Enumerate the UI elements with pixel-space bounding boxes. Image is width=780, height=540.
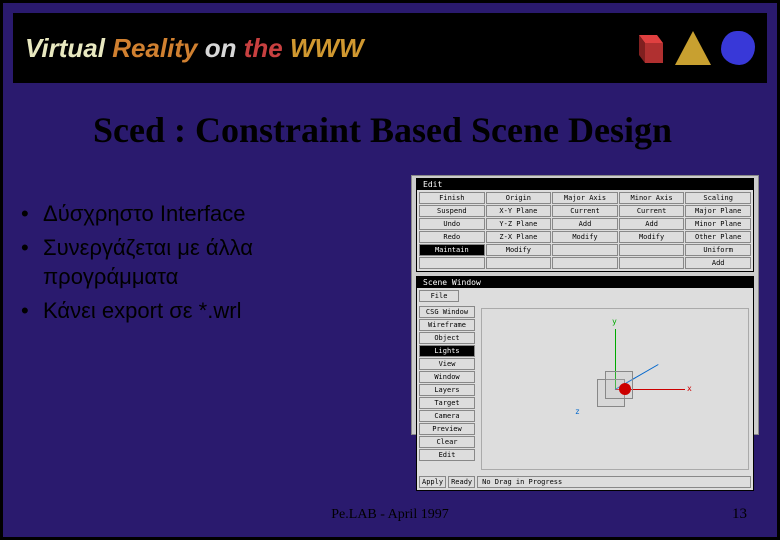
minor-axis-button[interactable]: Minor Axis (619, 192, 685, 204)
major-axis-button[interactable]: Major Axis (552, 192, 618, 204)
edit-window: Edit Finish Origin Major Axis Minor Axis… (416, 178, 754, 272)
empty-button (619, 257, 685, 269)
app-screenshot: Edit Finish Origin Major Axis Minor Axis… (411, 175, 759, 435)
empty-button (419, 257, 485, 269)
bullet-item: Συνεργάζεται με άλλα προγράμματα (21, 233, 393, 292)
scene-window: Scene Window File CSG Window Wireframe O… (416, 276, 754, 491)
redo-button[interactable]: Redo (419, 231, 485, 243)
scene-window-title: Scene Window (417, 277, 753, 288)
empty-button (619, 244, 685, 256)
scaling-button[interactable]: Scaling (685, 192, 751, 204)
window-button[interactable]: Window (419, 371, 475, 383)
status-bar: Apply Ready No Drag in Progress (417, 474, 753, 490)
camera-button[interactable]: Camera (419, 410, 475, 422)
preview-button[interactable]: Preview (419, 423, 475, 435)
finish-button[interactable]: Finish (419, 192, 485, 204)
cone-icon (675, 31, 711, 65)
blob-icon (721, 31, 755, 65)
undo-button[interactable]: Undo (419, 218, 485, 230)
sphere-object-icon (619, 383, 631, 395)
current-button[interactable]: Current (619, 205, 685, 217)
file-menu[interactable]: File (419, 290, 459, 302)
footer-text: Pe.LAB - April 1997 (3, 507, 777, 523)
apply-button[interactable]: Apply (419, 476, 446, 488)
bullet-item: Δύσχρηστο Interface (21, 199, 393, 229)
ready-status: Ready (448, 476, 475, 488)
modify-button[interactable]: Modify (486, 244, 552, 256)
empty-button (552, 257, 618, 269)
status-message: No Drag in Progress (477, 476, 751, 488)
lights-button[interactable]: Lights (419, 345, 475, 357)
major-plane-button[interactable]: Major Plane (685, 205, 751, 217)
edit-button[interactable]: Edit (419, 449, 475, 461)
x-axis-label: x (687, 384, 692, 393)
empty-button (552, 244, 618, 256)
empty-button (486, 257, 552, 269)
slide-title: Sced : Constraint Based Scene Design (93, 109, 777, 151)
current-button[interactable]: Current (552, 205, 618, 217)
suspend-button[interactable]: Suspend (419, 205, 485, 217)
maintain-button[interactable]: Maintain (419, 244, 485, 256)
z-axis-label: z (575, 407, 580, 416)
modify-button[interactable]: Modify (552, 231, 618, 243)
clear-button[interactable]: Clear (419, 436, 475, 448)
modify-button[interactable]: Modify (619, 231, 685, 243)
yz-plane-button[interactable]: Y-Z Plane (486, 218, 552, 230)
content: Δύσχρηστο Interface Συνεργάζεται με άλλα… (3, 175, 777, 435)
csg-window-button[interactable]: CSG Window (419, 306, 475, 318)
uniform-button[interactable]: Uniform (685, 244, 751, 256)
page-number: 13 (732, 506, 747, 523)
object-button[interactable]: Object (419, 332, 475, 344)
edit-window-title: Edit (417, 179, 753, 190)
add-button[interactable]: Add (552, 218, 618, 230)
zx-plane-button[interactable]: Z-X Plane (486, 231, 552, 243)
origin-button[interactable]: Origin (486, 192, 552, 204)
cube-icon (631, 31, 665, 65)
banner-shapes (631, 31, 755, 65)
bullet-list: Δύσχρηστο Interface Συνεργάζεται με άλλα… (21, 199, 393, 435)
xy-plane-button[interactable]: X-Y Plane (486, 205, 552, 217)
target-button[interactable]: Target (419, 397, 475, 409)
wireframe-button[interactable]: Wireframe (419, 319, 475, 331)
add-button[interactable]: Add (619, 218, 685, 230)
layers-button[interactable]: Layers (419, 384, 475, 396)
scene-sidebar: CSG Window Wireframe Object Lights View … (417, 304, 477, 474)
y-axis-label: y (612, 317, 617, 326)
minor-plane-button[interactable]: Minor Plane (685, 218, 751, 230)
scene-viewport[interactable]: x y z (481, 308, 749, 470)
edit-button-grid: Finish Origin Major Axis Minor Axis Scal… (417, 190, 753, 271)
view-button[interactable]: View (419, 358, 475, 370)
add-button[interactable]: Add (685, 257, 751, 269)
banner: Virtual Reality on the WWW (13, 13, 767, 83)
banner-text: Virtual Reality on the WWW (25, 33, 364, 64)
bullet-item: Κάνει export σε *.wrl (21, 296, 393, 326)
other-plane-button[interactable]: Other Plane (685, 231, 751, 243)
